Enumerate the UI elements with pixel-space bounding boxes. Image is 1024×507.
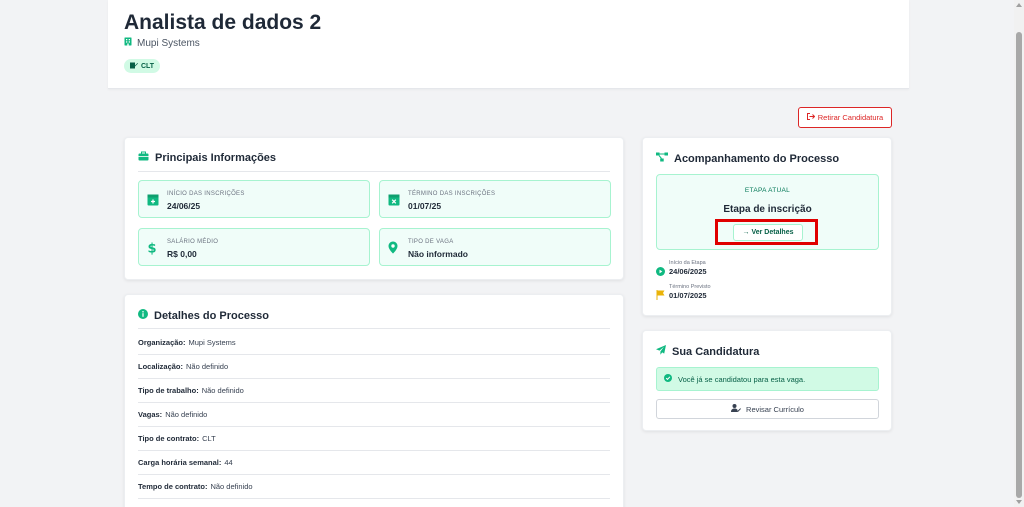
paper-plane-icon — [656, 345, 666, 358]
application-card: Sua Candidatura Você já se candidatou pa… — [642, 330, 892, 431]
check-circle-icon — [664, 374, 672, 384]
dollar-icon: $ — [147, 241, 157, 260]
application-heading: Sua Candidatura — [656, 345, 759, 358]
view-details-button[interactable]: → Ver Detalhes — [733, 224, 803, 241]
page-scrollbar[interactable] — [1014, 0, 1024, 507]
process-details-title: Detalhes do Processo — [154, 309, 269, 322]
detail-value: Não definido — [201, 386, 244, 395]
detail-label: Localização: — [138, 362, 184, 371]
stage-start-value: 24/06/2025 — [669, 267, 707, 276]
stage-end-label: Término Previsto — [669, 284, 711, 290]
detail-row-weekly-hours: Carga horária semanal: 44 — [138, 451, 610, 475]
play-circle-icon — [656, 263, 665, 281]
map-pin-icon — [388, 241, 398, 259]
detail-row-work-type: Tipo de trabalho: Não definido — [138, 379, 610, 403]
withdraw-label: Retirar Candidatura — [817, 113, 884, 122]
stage-start-label: Início da Etapa — [669, 260, 706, 266]
user-edit-icon — [731, 404, 742, 414]
detail-value: Não definido — [210, 482, 253, 491]
company-name: Mupi Systems — [137, 37, 200, 49]
detail-row-location: Localização: Não definido — [138, 355, 610, 379]
scroll-up-arrow-icon[interactable] — [1016, 3, 1022, 7]
review-resume-button[interactable]: Revisar Currículo — [656, 399, 879, 419]
divider — [138, 328, 610, 329]
main-info-title: Principais Informações — [155, 151, 277, 164]
process-details-card: Detalhes do Processo Organização: Mupi Sy… — [124, 294, 624, 507]
scroll-down-arrow-icon[interactable] — [1016, 500, 1022, 504]
info-circle-icon — [138, 309, 148, 322]
detail-label: Organização: — [138, 338, 186, 347]
info-registration-end: TÉRMINO DAS INSCRIÇÕES 01/07/25 — [379, 180, 611, 218]
contract-badge-label: CLT — [141, 62, 155, 70]
main-info-heading: Principais Informações — [138, 151, 276, 164]
info-average-salary: $ SALÁRIO MÉDIO R$ 0,00 — [138, 228, 370, 266]
detail-value: 44 — [224, 458, 233, 467]
job-header-card: Analista de dados 2 Mupi Systems CLT — [108, 0, 909, 89]
info-job-type: TIPO DE VAGA Não informado — [379, 228, 611, 266]
detail-row-contract-duration: Tempo de contrato: Não definido — [138, 475, 610, 499]
info-label: SALÁRIO MÉDIO — [167, 239, 219, 245]
detail-row-contract-type: Tipo de contrato: CLT — [138, 427, 610, 451]
tracking-title: Acompanhamento do Processo — [674, 152, 840, 165]
current-stage-name: Etapa de inscrição — [723, 204, 812, 215]
detail-value: CLT — [202, 434, 216, 443]
sign-out-icon — [806, 113, 815, 122]
info-registration-start: INÍCIO DAS INSCRIÇÕES 24/06/25 — [138, 180, 370, 218]
detail-label: Tempo de contrato: — [138, 482, 208, 491]
calendar-plus-icon — [147, 193, 159, 211]
review-resume-label: Revisar Currículo — [746, 404, 804, 414]
tracking-heading: Acompanhamento do Processo — [656, 152, 839, 165]
stage-start-date: Início da Etapa 24/06/2025 — [656, 260, 707, 281]
briefcase-icon — [138, 151, 149, 164]
info-value: 01/07/25 — [408, 201, 442, 211]
contract-badge: CLT — [124, 59, 161, 73]
file-contract-icon — [130, 62, 138, 71]
info-label: TIPO DE VAGA — [408, 239, 454, 245]
detail-label: Vagas: — [138, 410, 163, 419]
detail-label: Tipo de trabalho: — [138, 386, 199, 395]
scrollbar-thumb[interactable] — [1016, 32, 1022, 498]
job-title: Analista de dados 2 — [124, 11, 322, 34]
detail-value: Não definido — [165, 410, 208, 419]
stage-end-date: Término Previsto 01/07/2025 — [656, 284, 711, 305]
project-diagram-icon — [656, 152, 668, 165]
current-stage-label: ETAPA ATUAL — [744, 187, 791, 194]
info-label: TÉRMINO DAS INSCRIÇÕES — [408, 191, 496, 197]
detail-label: Tipo de contrato: — [138, 434, 200, 443]
info-value: R$ 0,00 — [167, 249, 197, 259]
main-info-card: Principais Informações INÍCIO DAS INSCRI… — [124, 137, 624, 280]
stage-end-value: 01/07/2025 — [669, 291, 707, 300]
detail-row-organization: Organização: Mupi Systems — [138, 331, 610, 355]
application-title: Sua Candidatura — [672, 345, 760, 358]
building-icon — [124, 37, 132, 49]
process-details-heading: Detalhes do Processo — [138, 309, 269, 322]
info-label: INÍCIO DAS INSCRIÇÕES — [167, 191, 245, 197]
application-success-alert: Você já se candidatou para esta vaga. — [656, 367, 879, 391]
detail-row-vacancies: Vagas: Não definido — [138, 403, 610, 427]
detail-label: Carga horária semanal: — [138, 458, 222, 467]
current-stage-box: ETAPA ATUAL Etapa de inscrição → Ver Det… — [656, 174, 879, 250]
withdraw-application-button[interactable]: Retirar Candidatura — [798, 107, 892, 128]
calendar-x-icon — [388, 193, 400, 211]
process-tracking-card: Acompanhamento do Processo ETAPA ATUAL E… — [642, 137, 892, 316]
info-value: Não informado — [408, 249, 468, 259]
info-value: 24/06/25 — [167, 201, 201, 211]
divider — [138, 171, 610, 172]
success-message: Você já se candidatou para esta vaga. — [678, 374, 806, 384]
detail-value: Mupi Systems — [188, 338, 236, 347]
flag-icon — [656, 287, 665, 305]
company-line: Mupi Systems — [124, 37, 200, 49]
detail-value: Não definido — [186, 362, 229, 371]
svg-text:$: $ — [147, 242, 156, 256]
